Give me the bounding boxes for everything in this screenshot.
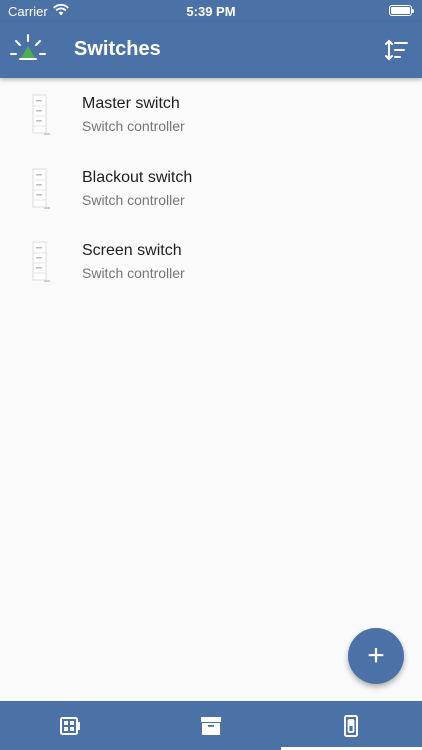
tab-controllers[interactable] — [0, 701, 141, 750]
switch-device-icon — [32, 94, 50, 135]
controller-icon — [60, 716, 81, 735]
switch-title: Blackout switch — [82, 168, 193, 186]
switch-icon — [344, 714, 359, 737]
sort-icon — [385, 39, 408, 61]
archive-icon — [200, 716, 221, 735]
battery-icon — [389, 5, 414, 16]
status-bar: Carrier 5:39 PM — [0, 0, 422, 22]
switch-subtitle: Switch controller — [82, 118, 185, 134]
plus-icon: + — [367, 639, 385, 672]
bottom-nav — [0, 701, 422, 750]
list-item[interactable]: Screen switch Switch controller — [0, 225, 422, 299]
switch-device-icon — [32, 168, 50, 209]
switch-list: Master switch Switch controller Blackout… — [0, 78, 422, 299]
status-time: 5:39 PM — [186, 4, 236, 19]
app-bar: Switches — [0, 22, 422, 78]
page-title: Switches — [74, 38, 161, 60]
list-item[interactable]: Blackout switch Switch controller — [0, 152, 422, 226]
sort-button[interactable] — [382, 35, 412, 65]
list-item[interactable]: Master switch Switch controller — [0, 78, 422, 152]
add-switch-button[interactable]: + — [348, 628, 404, 684]
tab-archive[interactable] — [141, 701, 282, 750]
lamp-logo-icon — [10, 34, 46, 60]
switch-device-icon — [32, 241, 50, 282]
switch-title: Screen switch — [82, 242, 182, 259]
switch-title: Master switch — [82, 95, 180, 112]
switch-subtitle: Switch controller — [82, 265, 185, 281]
tab-switches[interactable] — [281, 701, 422, 750]
switch-subtitle: Switch controller — [82, 191, 185, 208]
app-root: Carrier 5:39 PM Switches Master switch S… — [0, 0, 422, 750]
